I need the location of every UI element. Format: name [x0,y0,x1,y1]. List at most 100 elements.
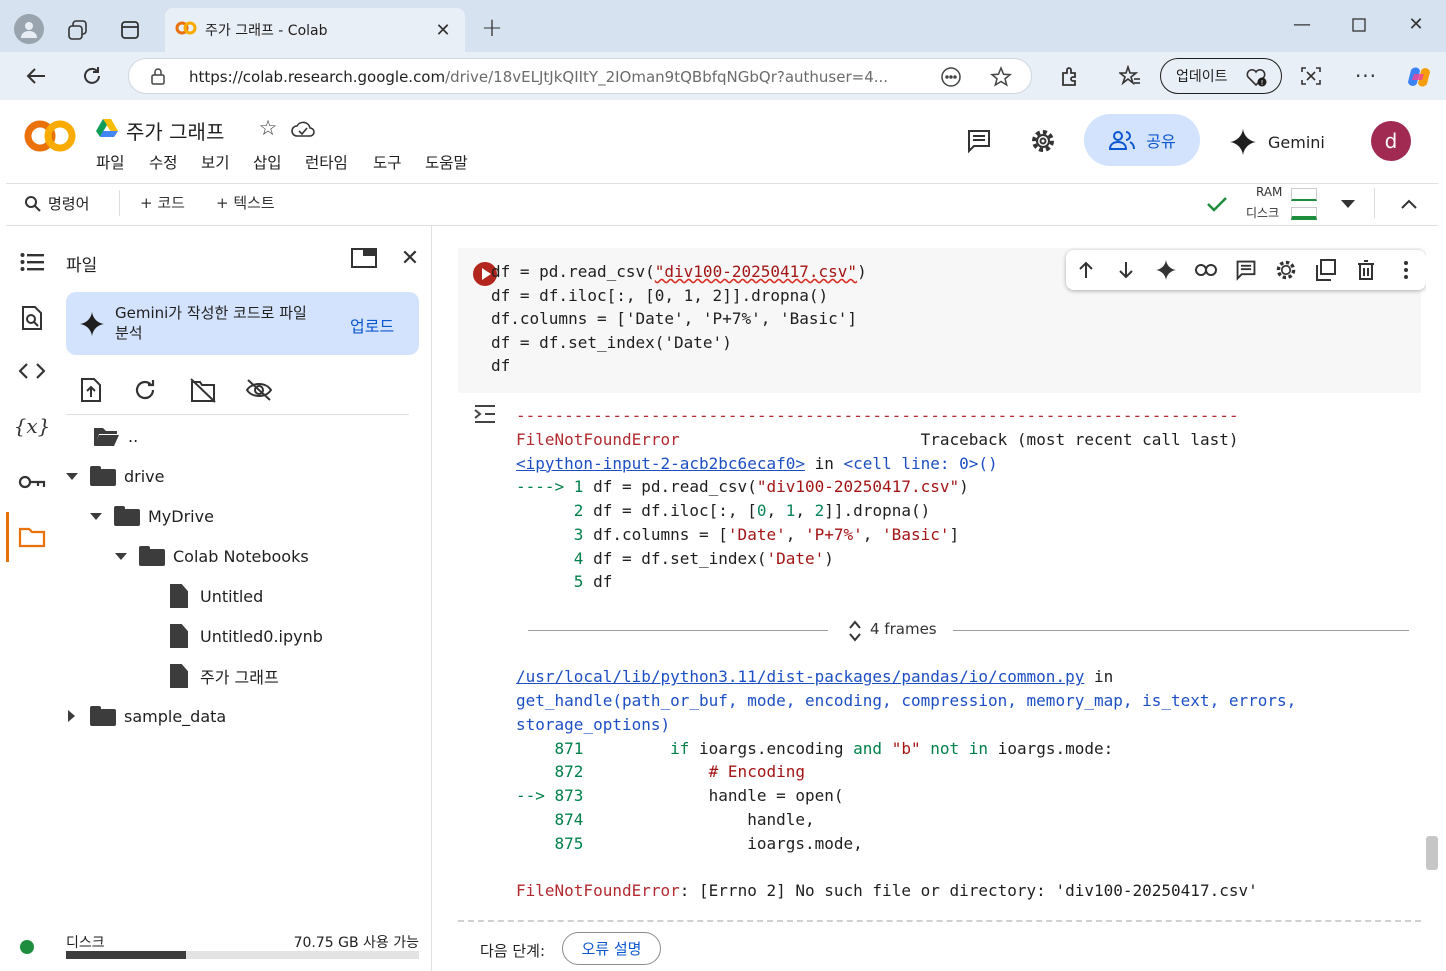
cloud-saved-icon[interactable] [290,118,316,140]
tree-item-stock-graph[interactable]: 주가 그래프 [170,664,279,688]
tree-item-sample-data[interactable]: sample_data [66,705,226,727]
upload-file-icon[interactable] [78,376,104,404]
menu-insert[interactable]: 삽입 [253,151,282,173]
tab-colab[interactable]: 주가 그래프 - Colab ✕ [165,8,465,52]
favorites-icon[interactable] [1116,62,1144,90]
resource-meter[interactable]: RAM 디스크 [1246,185,1318,223]
maximize-icon[interactable] [1348,14,1370,36]
tree-item-label: drive [124,466,165,486]
tab-title: 주가 그래프 - Colab [205,23,328,39]
comment-icon[interactable] [1234,258,1258,282]
page-actions-icon[interactable] [939,65,963,89]
find-replace-icon[interactable] [19,304,45,332]
hide-hidden-files-icon[interactable] [244,376,274,404]
reload-icon[interactable] [78,62,106,90]
tree-item-drive[interactable]: drive [66,465,165,487]
refresh-icon[interactable] [132,376,158,404]
secrets-key-icon[interactable] [17,472,47,492]
drive-icon[interactable] [96,118,118,138]
menu-file[interactable]: 파일 [96,151,125,173]
menu-view[interactable]: 보기 [201,151,230,173]
cell-settings-icon[interactable] [1274,258,1298,282]
browser-tab-bar: 주가 그래프 - Colab ✕ + — ✕ [0,0,1446,52]
more-options-icon[interactable]: ··· [1352,62,1380,90]
open-in-tab-icon[interactable] [350,246,378,270]
scrollbar-thumb[interactable] [1426,836,1438,870]
collapsed-frames[interactable]: 4 frames [528,619,1409,643]
commands-button[interactable]: 명령어 [24,193,89,214]
mirror-cell-icon[interactable] [1314,258,1338,282]
menu-runtime[interactable]: 런타임 [305,151,348,173]
gemini-button[interactable]: Gemini [1230,128,1325,156]
code-line-1: df = pd.read_csv("div100-20250417.csv") [491,262,867,281]
update-button[interactable]: 업데이트 ! [1160,58,1282,94]
tree-item-mydrive[interactable]: MyDrive [90,505,214,527]
files-icon[interactable] [17,524,47,550]
move-up-icon[interactable] [1074,258,1098,282]
expand-caret-icon[interactable] [66,472,78,480]
profile-icon[interactable] [14,14,44,44]
menu-help[interactable]: 도움말 [425,151,468,173]
menu-tools[interactable]: 도구 [373,151,402,173]
delete-icon[interactable] [1354,258,1378,282]
expand-caret-icon[interactable] [90,512,102,520]
colab-logo[interactable] [22,118,78,154]
close-panel-icon[interactable]: ✕ [398,246,422,271]
address-bar[interactable]: https://colab.research.google.com/drive/… [128,58,1032,94]
expand-caret-icon[interactable] [68,710,75,722]
tab-actions-icon[interactable] [118,18,142,42]
lock-icon[interactable] [149,67,167,85]
notebook-title[interactable]: 주가 그래프 [126,116,224,145]
collapse-header-icon[interactable] [1398,193,1420,215]
star-icon[interactable]: ☆ [256,116,280,140]
screenshot-icon[interactable] [1297,62,1325,90]
copilot-icon[interactable] [1404,62,1434,92]
connected-check-icon[interactable] [1204,192,1230,216]
tree-item-untitled[interactable]: Untitled [170,584,263,608]
close-tab-icon[interactable]: ✕ [433,20,453,41]
disk-meter-label: 디스크 [1246,206,1280,220]
add-code-button[interactable]: + 코드 [140,192,185,213]
comments-icon[interactable] [964,126,994,156]
gemini-sparkle-icon[interactable] [1154,258,1178,282]
common-py-link[interactable]: /usr/local/lib/python3.11/dist-packages/… [516,667,1084,686]
runtime-dropdown-icon[interactable] [1338,194,1358,214]
tree-item-label: 주가 그래프 [200,668,279,687]
add-favorite-icon[interactable] [989,65,1013,89]
code-snippets-icon[interactable] [17,360,47,382]
share-button[interactable]: 공유 [1084,114,1200,166]
expand-caret-icon[interactable] [115,552,127,560]
explain-error-button[interactable]: 오류 설명 [562,932,661,965]
extensions-icon[interactable] [1056,62,1084,90]
tree-item-parent[interactable]: .. [92,425,138,447]
new-tab-icon[interactable]: + [480,13,504,43]
settings-icon[interactable] [1028,126,1058,156]
frames-divider-right [953,630,1409,631]
more-vert-icon[interactable] [1394,258,1418,282]
minimize-icon[interactable]: — [1290,12,1314,36]
tree-item-untitled0[interactable]: Untitled0.ipynb [170,624,323,648]
table-of-contents-icon[interactable] [19,250,45,274]
output-actions-icon[interactable] [472,402,498,426]
gemini-label: Gemini [1268,132,1325,152]
unmount-drive-icon[interactable] [188,376,218,404]
workspaces-icon[interactable] [66,18,90,42]
back-icon[interactable] [22,62,50,90]
input-ref-link[interactable]: <ipython-input-2-acb2bc6ecaf0> [516,454,805,473]
move-down-icon[interactable] [1114,258,1138,282]
variables-icon[interactable]: {x} [14,412,51,440]
gemini-analyze-card: Gemini가 작성한 코드로 파일 분석 업로드 [66,292,419,355]
menu-edit[interactable]: 수정 [149,151,178,173]
link-icon[interactable] [1194,258,1218,282]
tree-item-label: Untitled0.ipynb [200,626,323,646]
close-window-icon[interactable]: ✕ [1404,12,1428,36]
tree-item-colab-notebooks[interactable]: Colab Notebooks [115,545,309,567]
avatar[interactable]: d [1371,121,1411,161]
expand-frames-icon[interactable] [848,619,862,643]
toolbar-divider-2 [1374,188,1375,218]
upload-link[interactable]: 업로드 [350,313,394,337]
add-text-button[interactable]: + 텍스트 [216,192,275,213]
disk-status-dot [20,940,34,954]
code-editor[interactable]: df = pd.read_csv("div100-20250417.csv") … [491,260,867,378]
url-text[interactable]: https://colab.research.google.com/drive/… [189,68,888,86]
